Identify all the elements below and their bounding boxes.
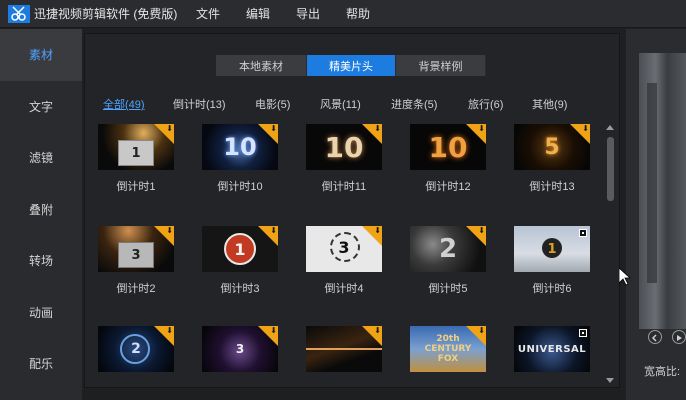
thumbnail-image: 3 ⬇ (98, 226, 174, 272)
thumbnail-label: 倒计时4 (324, 283, 364, 295)
thumbnail-image: 10 ⬇ (202, 124, 278, 170)
filter-movie[interactable]: 电影(5) (255, 96, 290, 112)
scroll-down-arrow-icon[interactable] (606, 378, 614, 383)
preview-video (639, 53, 686, 329)
thumbnail-card[interactable]: 3 ⬇ (202, 326, 278, 372)
download-icon[interactable]: ⬇ (166, 124, 173, 134)
tab-local-material[interactable]: 本地素材 (216, 55, 307, 76)
thumbnail-image: 5 ⬇ (514, 124, 590, 170)
thumbnail-label: 倒计时6 (532, 283, 572, 295)
previous-frame-icon[interactable] (648, 330, 662, 344)
download-icon[interactable]: ⬇ (270, 124, 277, 134)
thumbnail-label: 倒计时12 (425, 181, 471, 193)
thumbnail-image: 3 ⬇ (202, 326, 278, 372)
sidebar-item-filter[interactable]: 滤镜 (0, 132, 82, 184)
scroll-thumb[interactable] (607, 137, 614, 201)
thumbnail-card[interactable]: UNIVERSAL (514, 326, 590, 372)
thumbnail-image: 20th CENTURY FOX ⬇ (410, 326, 486, 372)
download-icon[interactable]: ⬇ (374, 226, 381, 236)
thumbnail-card[interactable]: ⬇ (306, 326, 382, 372)
thumbnail-card[interactable]: 5 ⬇ 倒计时13 (514, 124, 590, 194)
tab-background-samples[interactable]: 背景样例 (396, 55, 486, 76)
download-icon[interactable]: ⬇ (582, 124, 589, 134)
download-icon[interactable]: ⬇ (478, 124, 485, 134)
menu-edit[interactable]: 编辑 (246, 5, 270, 22)
thumbnail-label: 倒计时1 (116, 181, 156, 193)
thumbnail-image: 2 ⬇ (410, 226, 486, 272)
download-icon[interactable]: ⬇ (270, 226, 277, 236)
thumbnail-card[interactable]: 10 ⬇ 倒计时12 (410, 124, 486, 194)
menubar: 迅捷视频剪辑软件 (免费版) 文件 编辑 导出 帮助 (0, 0, 686, 28)
thumbnail-label: 倒计时10 (217, 181, 263, 193)
sidebar-item-transition[interactable]: 转场 (0, 235, 82, 287)
material-panel: 本地素材 精美片头 背景样例 全部(49) 倒计时(13) 电影(5) 风景(1… (84, 33, 620, 388)
thumbnail-card[interactable]: 10 ⬇ 倒计时10 (202, 124, 278, 194)
thumbnail-card[interactable]: 1 ⬇ 倒计时1 (98, 124, 174, 194)
menu-export[interactable]: 导出 (296, 5, 320, 22)
thumbnail-image: 10 ⬇ (306, 124, 382, 170)
app-window: 迅捷视频剪辑软件 (免费版) 文件 编辑 导出 帮助 素材 文字 滤镜 叠附 转… (0, 0, 686, 400)
filter-progress-bar[interactable]: 进度条(5) (391, 96, 437, 112)
scissors-logo-icon (8, 4, 30, 23)
tab-intro-templates[interactable]: 精美片头 (307, 55, 396, 76)
thumbnail-card[interactable]: 1 倒计时6 (514, 226, 590, 296)
thumbnail-card[interactable]: 20th CENTURY FOX ⬇ (410, 326, 486, 372)
filter-travel[interactable]: 旅行(6) (468, 96, 503, 112)
thumbnail-card[interactable]: 2 ⬇ 倒计时5 (410, 226, 486, 296)
play-icon[interactable] (672, 330, 686, 344)
aspect-ratio-label: 宽高比: (644, 366, 681, 378)
material-tabs: 本地素材 精美片头 背景样例 (216, 55, 486, 76)
filter-other[interactable]: 其他(9) (532, 96, 567, 112)
thumbnail-label: 倒计时13 (529, 181, 575, 193)
thumbnail-image: 1 (514, 226, 590, 272)
download-icon[interactable]: ⬇ (166, 326, 173, 336)
download-icon[interactable]: ⬇ (374, 326, 381, 336)
download-icon[interactable]: ⬇ (166, 226, 173, 236)
thumbnail-label: 倒计时11 (321, 181, 367, 193)
download-icon[interactable]: ⬇ (478, 326, 485, 336)
thumbnail-card[interactable]: 3 ⬇ 倒计时2 (98, 226, 174, 296)
thumbnail-image: 10 ⬇ (410, 124, 486, 170)
download-icon[interactable]: ⬇ (374, 124, 381, 134)
thumbnail-card[interactable]: 10 ⬇ 倒计时11 (306, 124, 382, 194)
sidebar-item-material[interactable]: 素材 (0, 29, 82, 81)
thumbnail-card[interactable]: 3 ⬇ 倒计时4 (306, 226, 382, 296)
sidebar-item-music[interactable]: 配乐 (0, 338, 82, 390)
thumbnail-label: 倒计时5 (428, 283, 468, 295)
category-sidebar: 素材 文字 滤镜 叠附 转场 动画 配乐 (0, 29, 82, 400)
thumbnail-image: ⬇ (306, 326, 382, 372)
preview-panel: 宽高比: (626, 29, 686, 400)
grid-scrollbar[interactable] (605, 123, 616, 385)
thumbnail-label: 倒计时3 (220, 283, 260, 295)
box-icon[interactable] (579, 329, 587, 337)
thumbnail-card[interactable]: 1 ⬇ 倒计时3 (202, 226, 278, 296)
thumbnail-image: UNIVERSAL (514, 326, 590, 372)
filter-all[interactable]: 全部(49) (103, 96, 145, 112)
menu-file[interactable]: 文件 (196, 5, 220, 22)
sidebar-item-overlay[interactable]: 叠附 (0, 184, 82, 236)
app-title: 迅捷视频剪辑软件 (免费版) (34, 7, 178, 21)
thumbnail-image: 3 ⬇ (306, 226, 382, 272)
scroll-up-arrow-icon[interactable] (606, 125, 614, 130)
filter-scenery[interactable]: 风景(11) (320, 96, 361, 112)
thumbnail-card[interactable]: 2 ⬇ (98, 326, 174, 372)
download-icon[interactable]: ⬇ (270, 326, 277, 336)
sidebar-item-animation[interactable]: 动画 (0, 287, 82, 339)
thumbnail-image: 1 ⬇ (202, 226, 278, 272)
filter-countdown[interactable]: 倒计时(13) (173, 96, 226, 112)
thumbnail-image: 2 ⬇ (98, 326, 174, 372)
box-icon[interactable] (579, 229, 587, 237)
sidebar-item-text[interactable]: 文字 (0, 81, 82, 133)
thumbnail-label: 倒计时2 (116, 283, 156, 295)
thumbnail-image: 1 ⬇ (98, 124, 174, 170)
menu-help[interactable]: 帮助 (346, 5, 370, 22)
download-icon[interactable]: ⬇ (478, 226, 485, 236)
